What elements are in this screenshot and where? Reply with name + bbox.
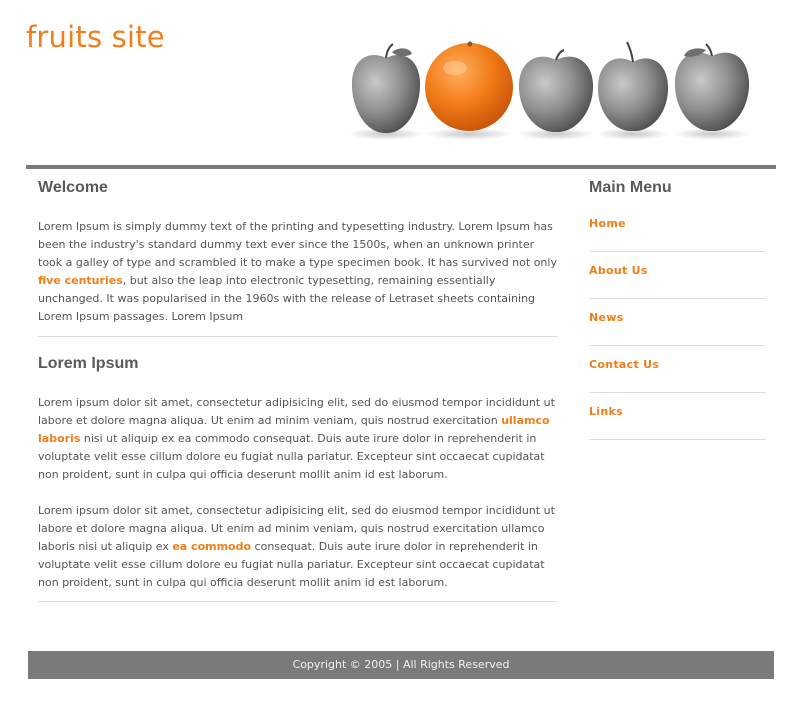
apple-icon: [348, 43, 424, 140]
sidebar: Main Menu Home About Us News Contact Us …: [589, 168, 765, 440]
fruit-banner: [348, 41, 750, 140]
lorem-p1-text-end: nisi ut aliquip ex ea commodo consequat.…: [38, 432, 545, 481]
welcome-paragraph: Lorem Ipsum is simply dummy text of the …: [38, 218, 558, 326]
apple-icon: [518, 49, 594, 140]
section-divider: [38, 336, 558, 337]
lorem-p1-text-start: Lorem ipsum dolor sit amet, consectetur …: [38, 396, 555, 427]
site-title: fruits site: [26, 20, 165, 54]
lorem-paragraph-1: Lorem ipsum dolor sit amet, consectetur …: [38, 394, 558, 484]
menu-item-about-us[interactable]: About Us: [589, 252, 765, 299]
content-bottom-divider: [38, 601, 558, 602]
footer: Copyright © 2005 | All Rights Reserved: [28, 651, 774, 679]
orange-icon: [425, 41, 513, 140]
menu-item-links[interactable]: Links: [589, 393, 765, 440]
copyright-text: Copyright © 2005 | All Rights Reserved: [292, 658, 510, 671]
five-centuries-link[interactable]: five centuries: [38, 274, 123, 287]
main-menu-heading: Main Menu: [589, 179, 672, 196]
menu-item-news[interactable]: News: [589, 299, 765, 346]
lorem-ipsum-heading: Lorem Ipsum: [38, 355, 139, 372]
welcome-heading: Welcome: [38, 179, 108, 196]
menu-item-home[interactable]: Home: [589, 205, 765, 252]
main-content: Welcome Lorem Ipsum is simply dummy text…: [38, 168, 558, 602]
ea-commodo-link[interactable]: ea commodo: [172, 540, 251, 553]
lorem-paragraph-2: Lorem ipsum dolor sit amet, consectetur …: [38, 502, 558, 592]
welcome-text-start: Lorem Ipsum is simply dummy text of the …: [38, 220, 557, 269]
main-menu: Home About Us News Contact Us Links: [589, 205, 765, 440]
menu-item-contact-us[interactable]: Contact Us: [589, 346, 765, 393]
apple-icon: [674, 43, 750, 140]
apple-icon: [597, 41, 669, 140]
